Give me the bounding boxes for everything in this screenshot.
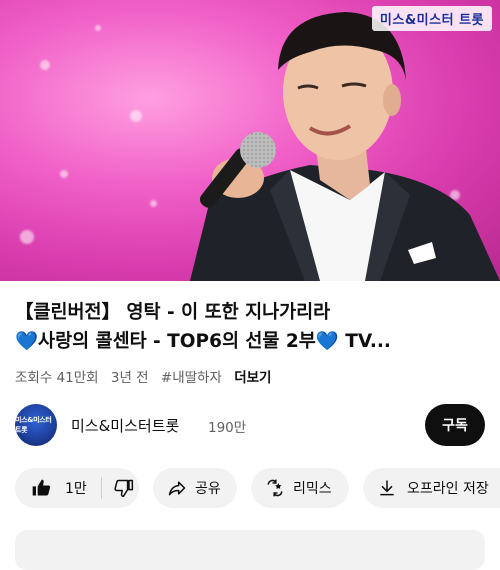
video-title-line-1: 【클린버전】 영탁 - 이 또한 지나가리라 [15,302,331,323]
video-player[interactable]: 미스&미스터 트롯 [0,0,500,281]
download-button[interactable]: 오프라인 저장 [363,468,500,508]
channel-row: 미스&미스터트롯 미스&미스터트롯 190만 구독 [15,404,485,448]
remix-label: 리믹스 [293,481,332,497]
share-button[interactable]: 공유 [153,468,237,508]
like-count: 1만 [65,481,87,497]
video-metadata[interactable]: 조회수 41만회 3년 전 #내딸하자 더보기 [15,366,279,386]
video-title-line-2-tail: TV... [338,331,391,352]
share-label: 공유 [195,481,221,497]
thumbs-up-icon [31,478,51,498]
sparkle [95,25,101,31]
thumbs-down-icon [114,478,134,498]
view-count: 조회수 41만회 [15,370,99,386]
action-bar: 1만 공유 리믹스 오프라인 저장 [15,468,500,508]
share-icon [167,478,187,498]
download-label: 오프라인 저장 [407,481,489,497]
download-icon [377,478,397,498]
remix-icon [265,478,285,498]
sparkle [40,60,50,70]
video-title[interactable]: 【클린버전】 영탁 - 이 또한 지나가리라 💙사랑의 콜센타 - TOP6의 … [15,298,485,356]
subscriber-count: 190만 [208,420,247,436]
upload-age: 3년 전 [110,370,149,386]
sparkle [20,230,34,244]
like-button[interactable]: 1만 [15,478,87,498]
avatar-logo-text: 미스&미스터트롯 [15,416,52,434]
channel-name[interactable]: 미스&미스터트롯 [71,415,179,436]
blue-heart-icon: 💙 [315,331,339,352]
more-button[interactable]: 더보기 [234,370,271,386]
comments-preview-card[interactable] [15,530,485,570]
singer-illustration [190,12,500,281]
like-dislike-chip: 1만 [15,468,139,508]
remix-button[interactable]: 리믹스 [251,468,349,508]
video-title-line-2-text: 사랑의 콜센타 - TOP6의 선물 2부 [38,331,316,352]
sparkle [60,170,68,178]
subscribe-button[interactable]: 구독 [425,404,485,446]
hashtag-link[interactable]: #내딸하자 [161,370,222,386]
sparkle [150,200,157,207]
channel-avatar[interactable]: 미스&미스터트롯 [15,404,57,446]
dislike-button[interactable] [102,478,134,498]
sparkle [130,110,142,122]
video-title-line-2: 💙사랑의 콜센타 - TOP6의 선물 2부💙 TV... [15,327,485,356]
show-logo-watermark: 미스&미스터 트롯 [371,6,492,31]
blue-heart-icon: 💙 [15,331,39,352]
